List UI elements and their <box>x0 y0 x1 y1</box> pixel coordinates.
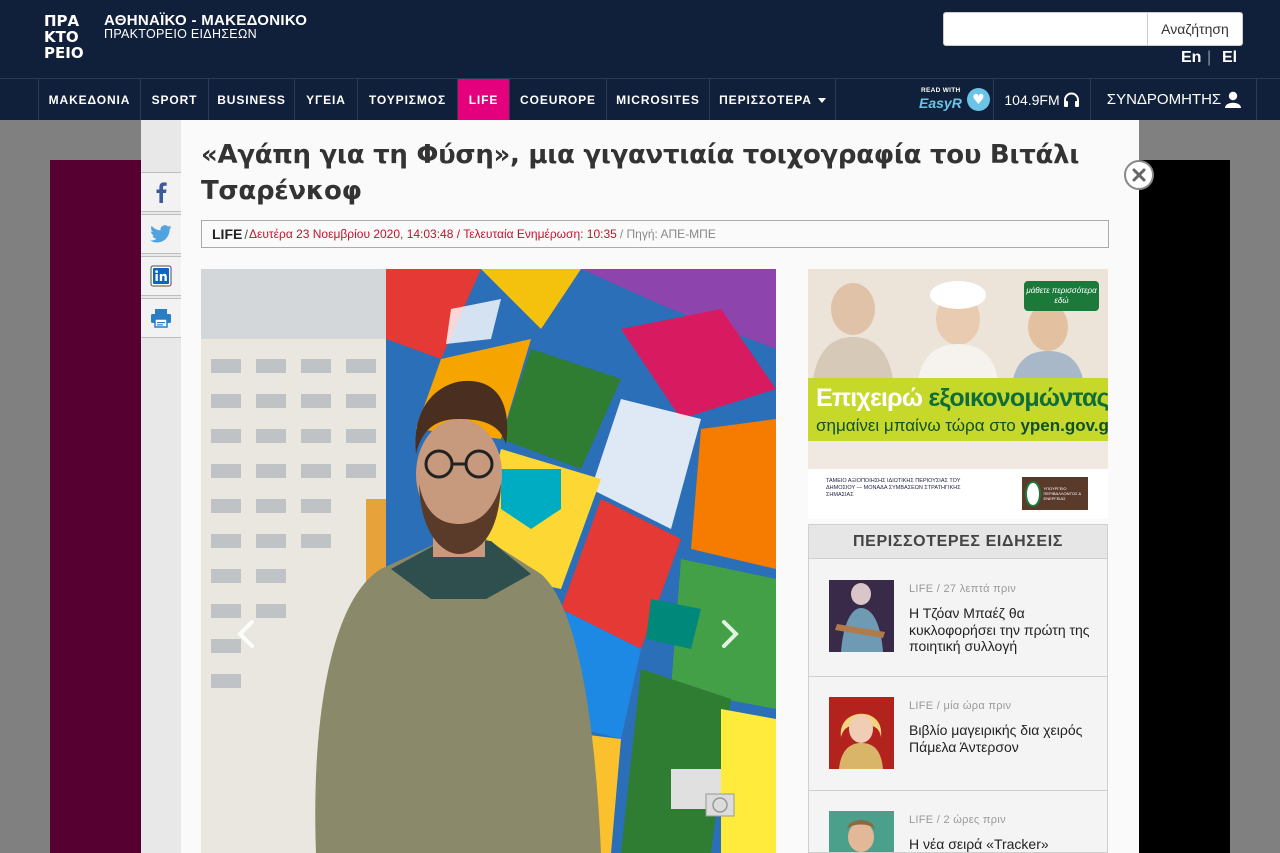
logo-line: ΠΡΑ <box>44 12 80 30</box>
share-facebook-button[interactable] <box>141 172 181 212</box>
share-twitter-button[interactable] <box>141 214 181 254</box>
readwith-label: READ WITH <box>921 87 961 94</box>
nav-item-label: ΤΟΥΡΙΣΜΟΣ <box>368 92 447 107</box>
close-icon[interactable] <box>1124 160 1154 190</box>
nav-item-microsites[interactable]: MICROSITES <box>607 79 710 120</box>
news-meta: LIFE / μία ώρα πριν <box>909 700 1012 712</box>
article-title: «Αγάπη για τη Φύση», μια γιγαντιαία τοιχ… <box>201 140 1080 206</box>
more-news-header: ΠΕΡΙΣΣΟΤΕΡΕΣ ΕΙΔΗΣΕΙΣ <box>809 525 1107 559</box>
article-date: Δευτέρα 23 Νοεμβρίου 2020, 14:03:48 / Τε… <box>248 227 617 241</box>
heart-icon: ♥ <box>967 88 990 111</box>
ad-slogan-url: ypen.gov.gr <box>1020 416 1108 435</box>
facebook-icon <box>156 182 167 203</box>
ad-learn-more-button[interactable]: μάθετε περισσότερα εδώ <box>1024 281 1099 311</box>
ad-slogan-band: Επιχειρώ εξοικονομώντας σημαίνει μπαίνω … <box>808 378 1108 441</box>
ad-slogan-word: Επιχειρώ <box>816 384 923 412</box>
nav-item-label: ΥΓΕΙΑ <box>306 92 346 107</box>
ad-ministry-text: ΥΠΟΥΡΓΕΙΟ ΠΕΡΙΒΑΛΛΟΝΤΟΣ & ΕΝΕΡΓΕΙΑΣ <box>1043 486 1082 501</box>
news-meta: LIFE / 27 λεπτά πριν <box>909 583 1017 595</box>
nav-item-ygeia[interactable]: ΥΓΕΙΑ <box>295 79 358 120</box>
article-category-link[interactable]: LIFE <box>212 226 242 242</box>
chevron-down-icon <box>817 98 826 103</box>
sidebar-ad-banner[interactable]: μάθετε περισσότερα εδώ Επιχειρώ εξοικονο… <box>808 269 1108 519</box>
carousel-prev-button[interactable] <box>231 616 261 652</box>
subscriber-label: ΣΥΝΔΡΟΜΗΤΗΣ <box>1106 91 1222 108</box>
news-item[interactable]: LIFE / 2 ώρες πριν Η νέα σειρά «Tracker» <box>809 791 1107 852</box>
meta-separator: / <box>244 226 248 242</box>
search-input[interactable] <box>943 12 1148 46</box>
nav-item-label: ΠΕΡΙΣΣΟΤΕΡΑ <box>719 92 812 107</box>
chevron-left-icon <box>237 620 254 648</box>
lang-en-link[interactable]: En <box>1181 49 1201 67</box>
news-title[interactable]: Η νέα σειρά «Tracker» <box>909 836 1094 852</box>
mural-photo <box>201 269 776 853</box>
headphones-icon <box>1063 92 1079 107</box>
ministry-emblem-icon <box>1025 480 1041 507</box>
nav-item-business[interactable]: BUSINESS <box>209 79 295 120</box>
readwith-brand: EasyR <box>919 95 962 111</box>
nav-item-more-dropdown[interactable]: ΠΕΡΙΣΣΟΤΕΡΑ <box>710 79 836 120</box>
right-skin-ad[interactable] <box>1138 160 1230 853</box>
carousel-next-button[interactable] <box>715 616 745 652</box>
nav-item-label: COEUROPE <box>520 92 596 107</box>
radio-link[interactable]: 104.9FM <box>993 79 1091 120</box>
lang-separator: | <box>1207 49 1212 66</box>
ad-slogan-highlight: εξοικονομώντας <box>928 384 1108 412</box>
news-meta: LIFE / 2 ώρες πριν <box>909 814 1006 826</box>
ad-slogan-line2: σημαίνει μπαίνω τώρα στο ypen.gov.gr <box>816 416 1108 436</box>
nav-item-coeurope[interactable]: COEUROPE <box>510 79 607 120</box>
lang-el-link[interactable]: El <box>1222 49 1237 67</box>
linkedin-icon <box>150 265 172 287</box>
radio-label: 104.9FM <box>1004 91 1060 108</box>
chevron-right-icon <box>722 620 739 648</box>
news-thumbnail[interactable] <box>829 697 894 769</box>
ad-fund-text: ΤΑΜΕΙΟ ΑΞΙΟΠΟΙΗΣΗΣ ΙΔΙΩΤΙΚΗΣ ΠΕΡΙΟΥΣΙΑΣ … <box>826 478 961 498</box>
news-thumbnail[interactable] <box>829 811 894 852</box>
logo-line: ΚΤΟ <box>44 28 79 46</box>
print-icon <box>151 309 171 328</box>
left-skin-ad[interactable] <box>50 160 142 853</box>
article-photo-carousel[interactable] <box>201 269 776 853</box>
nav-item-label: MICROSITES <box>616 92 700 107</box>
nav-item-tourismos[interactable]: ΤΟΥΡΙΣΜΟΣ <box>358 79 458 120</box>
search-button[interactable]: Αναζήτηση <box>1147 12 1243 46</box>
article-source: / Πηγή: ΑΠΕ-ΜΠΕ <box>619 227 716 241</box>
nav-item-label: LIFE <box>468 92 499 107</box>
nav-item-label: SPORT <box>151 92 198 107</box>
site-logo[interactable]: ΠΡΑ ΚΤΟ ΡΕΙΟ <box>44 13 92 65</box>
share-linkedin-button[interactable] <box>141 256 181 296</box>
nav-item-makedonia[interactable]: ΜΑΚΕΔΟΝΙΑ <box>38 79 141 120</box>
nav-item-label: BUSINESS <box>217 92 286 107</box>
nav-item-label: ΜΑΚΕΔΟΝΙΑ <box>48 92 131 107</box>
nav-item-sport[interactable]: SPORT <box>141 79 209 120</box>
news-item[interactable]: LIFE / 27 λεπτά πριν Η Τζόαν Μπαέζ θα κυ… <box>809 560 1107 677</box>
user-icon <box>1225 91 1242 108</box>
print-button[interactable] <box>141 298 181 338</box>
ad-ministry-logo: ΥΠΟΥΡΓΕΙΟ ΠΕΡΙΒΑΛΛΟΝΤΟΣ & ΕΝΕΡΓΕΙΑΣ <box>1022 477 1088 510</box>
easyreader-widget[interactable]: READ WITH EasyR ♥ <box>918 86 990 114</box>
news-thumbnail[interactable] <box>829 580 894 652</box>
news-item[interactable]: LIFE / μία ώρα πριν Βιβλίο μαγειρικής δι… <box>809 677 1107 791</box>
more-news-panel: ΠΕΡΙΣΣΟΤΕΡΕΣ ΕΙΔΗΣΕΙΣ LIFE / 27 λεπτά πρ… <box>808 524 1108 853</box>
twitter-icon <box>150 225 172 243</box>
news-title[interactable]: Η Τζόαν Μπαέζ θα κυκλοφορήσει την πρώτη … <box>909 605 1094 655</box>
nav-item-life[interactable]: LIFE <box>458 79 510 120</box>
ad-slogan-text: σημαίνει μπαίνω τώρα στο <box>816 416 1016 435</box>
agency-subtitle: ΠΡΑΚΤΟΡΕΙΟ ΕΙΔΗΣΕΩΝ <box>104 27 257 41</box>
logo-line: ΡΕΙΟ <box>44 44 84 62</box>
ad-footer: ΤΑΜΕΙΟ ΑΞΙΟΠΟΙΗΣΗΣ ΙΔΙΩΤΙΚΗΣ ΠΕΡΙΟΥΣΙΑΣ … <box>808 469 1108 519</box>
article-meta: LIFE / Δευτέρα 23 Νοεμβρίου 2020, 14:03:… <box>201 220 1109 248</box>
ad-slogan-line1: Επιχειρώ εξοικονομώντας <box>816 384 1108 413</box>
news-title[interactable]: Βιβλίο μαγειρικής δια χειρός Πάμελα Άντε… <box>909 722 1094 755</box>
subscriber-login[interactable]: ΣΥΝΔΡΟΜΗΤΗΣ <box>1092 79 1257 120</box>
